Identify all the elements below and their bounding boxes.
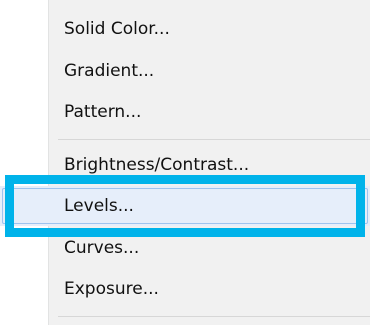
menu-separator bbox=[58, 139, 370, 140]
menu-item-label: Gradient... bbox=[64, 61, 155, 81]
menu-item-gradient[interactable]: Gradient... bbox=[0, 51, 370, 91]
menu-item-label: Brightness/Contrast... bbox=[64, 155, 250, 175]
menu-item-label: Curves... bbox=[64, 238, 140, 258]
selection-highlight-frame bbox=[5, 175, 365, 237]
adjustment-layer-menu: Solid Color... Gradient... Pattern... Br… bbox=[0, 0, 370, 325]
menu-separator bbox=[58, 316, 370, 317]
menu-item-solid-color[interactable]: Solid Color... bbox=[0, 9, 370, 49]
menu-item-label: Solid Color... bbox=[64, 19, 170, 39]
menu-item-label: Exposure... bbox=[64, 279, 159, 299]
menu-item-exposure[interactable]: Exposure... bbox=[0, 269, 370, 309]
menu-item-pattern[interactable]: Pattern... bbox=[0, 92, 370, 132]
menu-item-label: Pattern... bbox=[64, 102, 142, 122]
